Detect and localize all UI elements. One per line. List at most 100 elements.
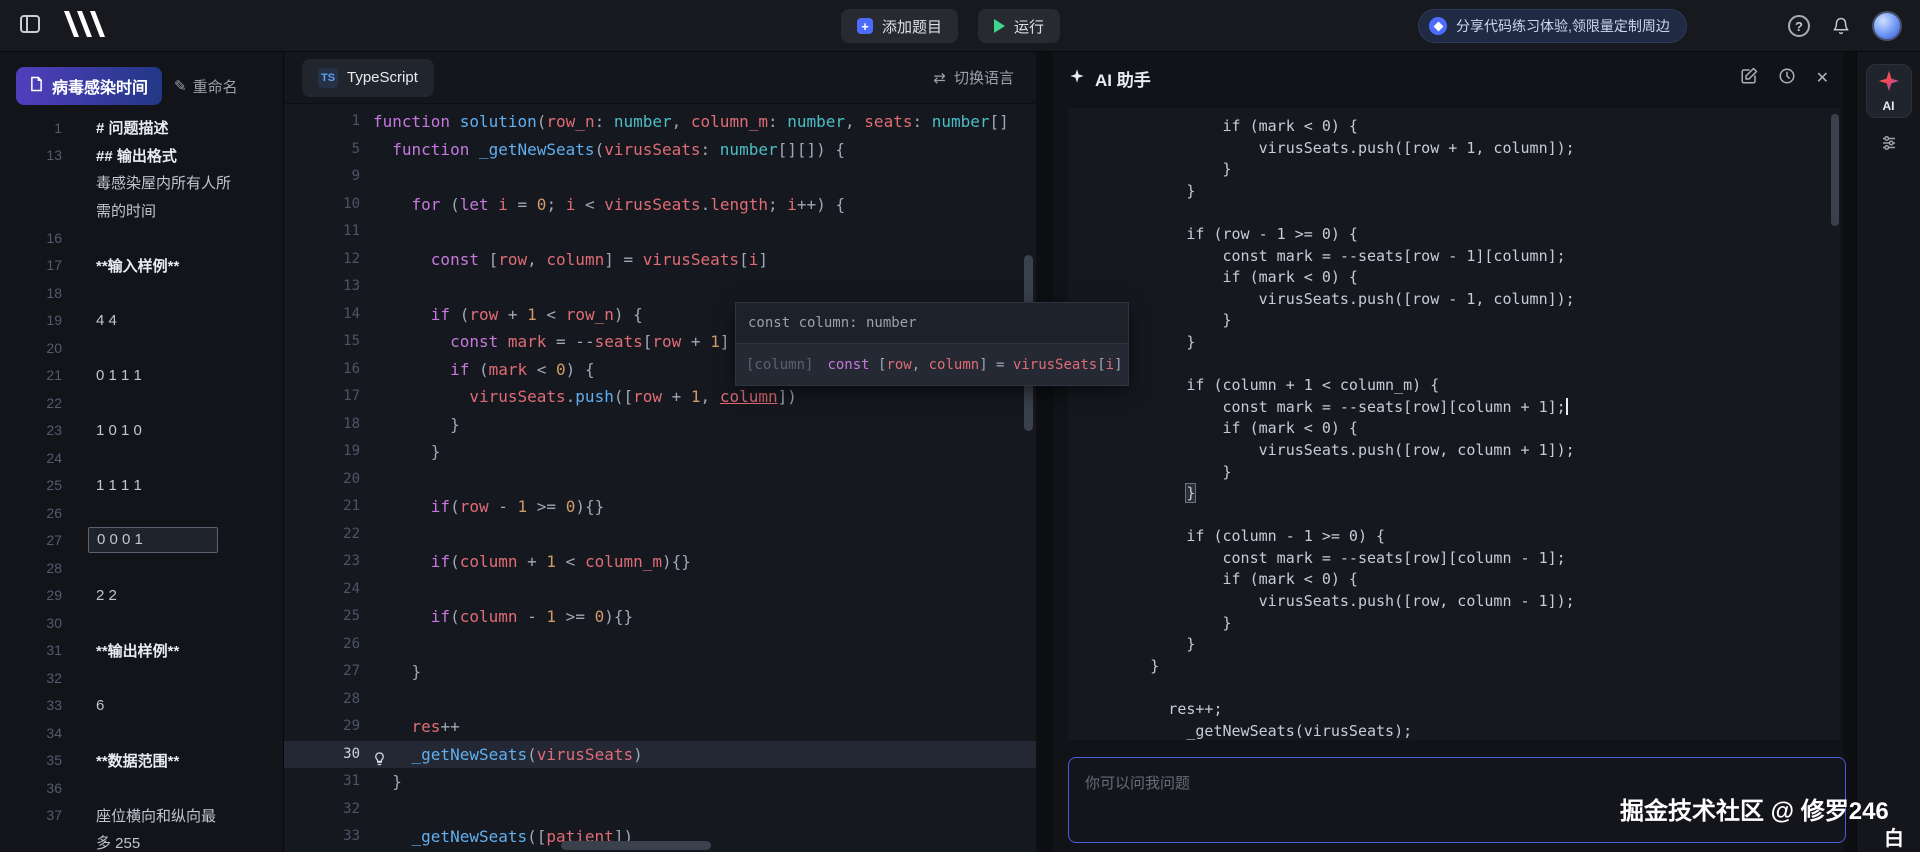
ai-assistant-button[interactable]: AI — [1866, 64, 1912, 118]
tab-typescript[interactable]: TS TypeScript — [302, 59, 434, 97]
avatar[interactable] — [1872, 11, 1902, 41]
code-text: function solution(row_n: number, column_… — [373, 108, 1009, 136]
ai-code-line: if (row - 1 >= 0) { — [1078, 224, 1840, 246]
doc-line[interactable]: 31**输出样例** — [0, 637, 283, 665]
code-line[interactable]: 20 — [284, 466, 1036, 494]
add-problem-button[interactable]: + 添加题目 — [841, 9, 958, 43]
run-button[interactable]: 运行 — [978, 9, 1060, 43]
doc-line-text: 4 4 — [96, 312, 117, 329]
new-chat-icon[interactable] — [1740, 67, 1758, 90]
doc-line[interactable]: 336 — [0, 692, 283, 720]
code-line[interactable]: 30 _getNewSeats(virusSeats) — [284, 741, 1036, 769]
doc-line[interactable]: 37座位横向和纵向最 — [0, 802, 283, 830]
ai-button-label: AI — [1883, 99, 1895, 113]
doc-line[interactable]: 22 — [0, 389, 283, 417]
doc-line[interactable]: 231 0 1 0 — [0, 417, 283, 445]
line-number: 21 — [284, 493, 360, 521]
code-line[interactable]: 31 } — [284, 768, 1036, 796]
tooltip-row2: [column] const [row, column] = virusSeat… — [736, 343, 1128, 385]
doc-line[interactable]: 270 0 0 1 — [0, 527, 283, 555]
promo-label: 分享代码练习体验,领限量定制周边 — [1456, 16, 1670, 36]
code-text: res++ — [373, 713, 460, 741]
ai-scrollbar[interactable] — [1831, 114, 1839, 226]
doc-line[interactable]: 20 — [0, 334, 283, 362]
editor-code[interactable]: 1function solution(row_n: number, column… — [284, 104, 1036, 852]
code-line[interactable]: 23 if(column + 1 < column_m){} — [284, 548, 1036, 576]
doc-line[interactable]: 13## 输出格式 — [0, 142, 283, 170]
close-icon[interactable]: ✕ — [1816, 68, 1829, 88]
doc-line[interactable]: 需的时间 — [0, 197, 283, 225]
code-text: const mark = --seats[row + 1] — [373, 328, 729, 356]
sidebar-doc[interactable]: 1# 问题描述13## 输出格式毒感染屋内所有人所需的时间1617**输入样例*… — [0, 114, 283, 852]
code-text: _getNewSeats(virusSeats) — [373, 741, 643, 769]
doc-line[interactable]: 32 — [0, 664, 283, 692]
doc-line[interactable]: 35**数据范围** — [0, 747, 283, 775]
code-line[interactable]: 28 — [284, 686, 1036, 714]
ai-code-line: virusSeats.push([row - 1, column]); — [1078, 289, 1840, 311]
code-line[interactable]: 11 — [284, 218, 1036, 246]
doc-line-number: 24 — [0, 450, 62, 466]
ai-code-line: res++; — [1078, 699, 1840, 721]
doc-line[interactable]: 292 2 — [0, 582, 283, 610]
ai-code-line: } — [1078, 656, 1840, 678]
sidebar-header: 病毒感染时间 ✎ 重命名 — [0, 52, 283, 113]
inline-suggestion-ghost: [column] — [746, 357, 813, 373]
code-line[interactable]: 32 — [284, 796, 1036, 824]
active-problem-tab[interactable]: 病毒感染时间 — [16, 67, 162, 105]
doc-line[interactable]: 251 1 1 1 — [0, 472, 283, 500]
line-number: 18 — [284, 411, 360, 439]
doc-line[interactable]: 34 — [0, 719, 283, 747]
doc-line-number: 36 — [0, 780, 62, 796]
doc-line[interactable]: 16 — [0, 224, 283, 252]
ai-code-line: } — [1078, 462, 1840, 484]
logo-icon[interactable] — [62, 11, 106, 42]
toolbox-icon[interactable] — [1880, 134, 1898, 157]
code-line[interactable]: 13 — [284, 273, 1036, 301]
promo-icon — [1429, 17, 1447, 35]
code-line[interactable]: 26 — [284, 631, 1036, 659]
code-line[interactable]: 5 function _getNewSeats(virusSeats: numb… — [284, 136, 1036, 164]
code-text: } — [373, 411, 460, 439]
doc-line[interactable]: 多 255 — [0, 829, 283, 852]
doc-line[interactable]: 36 — [0, 774, 283, 802]
doc-line[interactable]: 26 — [0, 499, 283, 527]
code-line[interactable]: 21 if(row - 1 >= 0){} — [284, 493, 1036, 521]
code-line[interactable]: 17 virusSeats.push([row + 1, column]) — [284, 383, 1036, 411]
code-line[interactable]: 25 if(column - 1 >= 0){} — [284, 603, 1036, 631]
doc-line[interactable]: 1# 问题描述 — [0, 114, 283, 142]
code-line[interactable]: 9 — [284, 163, 1036, 191]
code-line[interactable]: 27 } — [284, 658, 1036, 686]
code-line[interactable]: 12 const [row, column] = virusSeats[i] — [284, 246, 1036, 274]
code-line[interactable]: 19 } — [284, 438, 1036, 466]
ai-code[interactable]: if (mark < 0) { virusSeats.push([row + 1… — [1068, 108, 1840, 740]
history-icon[interactable] — [1778, 67, 1796, 90]
doc-line[interactable]: 210 1 1 1 — [0, 362, 283, 390]
doc-line[interactable]: 194 4 — [0, 307, 283, 335]
doc-line-number: 20 — [0, 340, 62, 356]
sidebar-toggle-icon[interactable] — [20, 15, 40, 38]
notification-bell-icon[interactable] — [1832, 17, 1850, 40]
help-icon[interactable]: ? — [1788, 15, 1810, 37]
switch-language-button[interactable]: ⇄ 切换语言 — [933, 67, 1014, 88]
doc-line[interactable]: 24 — [0, 444, 283, 472]
doc-line[interactable]: 18 — [0, 279, 283, 307]
rename-button[interactable]: ✎ 重命名 — [174, 76, 238, 97]
code-line[interactable]: 18 } — [284, 411, 1036, 439]
doc-line-number: 30 — [0, 615, 62, 631]
code-line[interactable]: 24 — [284, 576, 1036, 604]
doc-line[interactable]: 28 — [0, 554, 283, 582]
tooltip-definition: const [row, column] = virusSeats[i] — [827, 357, 1122, 373]
code-line[interactable]: 1function solution(row_n: number, column… — [284, 108, 1036, 136]
code-line[interactable]: 29 res++ — [284, 713, 1036, 741]
code-text: function _getNewSeats(virusSeats: number… — [373, 136, 845, 164]
doc-line[interactable]: 30 — [0, 609, 283, 637]
code-editor-panel: TS TypeScript ⇄ 切换语言 1function solution(… — [284, 52, 1036, 852]
code-line[interactable]: 10 for (let i = 0; i < virusSeats.length… — [284, 191, 1036, 219]
ai-code-line: const mark = --seats[row][column + 1]; — [1078, 397, 1840, 419]
code-text: if (row + 1 < row_n) { — [373, 301, 643, 329]
doc-line[interactable]: 毒感染屋内所有人所 — [0, 169, 283, 197]
promo-banner[interactable]: 分享代码练习体验,领限量定制周边 — [1418, 9, 1687, 43]
editor-horizontal-scrollbar[interactable] — [561, 841, 711, 850]
code-line[interactable]: 22 — [284, 521, 1036, 549]
doc-line[interactable]: 17**输入样例** — [0, 252, 283, 280]
